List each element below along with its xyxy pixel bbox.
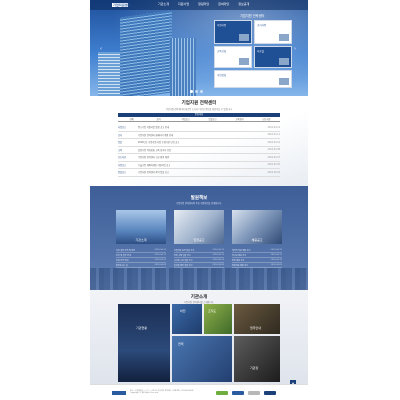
list-item[interactable]: 입찰공고 기업지원 전략센터 용역 입찰 공고 2016.04.03: [118, 169, 280, 177]
partner-badge[interactable]: [216, 391, 228, 395]
slider-pagination: [190, 90, 203, 93]
footer-logo[interactable]: [112, 391, 126, 395]
program-card[interactable]: 입찰공고: [174, 210, 224, 244]
quick-tile[interactable]: 교육신청: [214, 46, 252, 68]
nav-item[interactable]: 알림마당: [198, 2, 209, 6]
logo-text[interactable]: 기업지원센터: [112, 3, 131, 7]
tab-press[interactable]: 보도자료: [253, 118, 280, 121]
intro-block[interactable]: 연혁: [172, 336, 232, 382]
nav-item[interactable]: 참여마당: [218, 2, 229, 6]
quick-menu-panel: 지원사업 공지사항 교육신청 자료실 기업상담: [214, 20, 294, 90]
building-image: [120, 10, 172, 96]
section-title: 기업지원 전략센터: [181, 101, 217, 106]
prev-arrow-icon[interactable]: ‹: [100, 46, 102, 52]
quick-tile[interactable]: 기업상담: [214, 70, 292, 88]
next-arrow-icon[interactable]: ›: [294, 46, 296, 52]
list-item[interactable]: 공지 기업지원 전략센터 홈페이지 개편 안내 2016.04.11: [118, 132, 280, 139]
program-card[interactable]: 채용공고: [232, 210, 282, 244]
program-list: 기관 설립 목적 및 비전 2016.04.12 조직 및 업무 안내 2016.0…: [116, 248, 166, 268]
intro-block[interactable]: 기관장: [234, 336, 280, 382]
section-subtitle: 기업지원 전략센터의 새로운 소식과 다양한 정보를 확인하실 수 있습니다.: [165, 108, 233, 111]
partner-badge[interactable]: [264, 391, 276, 395]
hero-banner: 기업지원센터 기관소개 지원사업 알림마당 참여마당 정보공개 ‹ › 기업지원…: [90, 0, 308, 96]
partner-badge[interactable]: [248, 391, 260, 395]
slide-dot[interactable]: [195, 90, 198, 93]
main-menu: 기관소개 지원사업 알림마당 참여마당 정보공개: [158, 2, 249, 6]
intro-section: 기관소개 기업지원 전략센터를 소개합니다. 기관현황 비전 조직도 업무안내 …: [90, 290, 308, 384]
quick-tile[interactable]: 자료실: [254, 46, 292, 68]
notice-section: 기업지원 전략센터 기업지원 전략센터의 새로운 소식과 다양한 정보를 확인하…: [90, 96, 308, 186]
program-list: 기업지원 용역 입찰 공고 2016.04.12 장비 구매 입찰 공고 2016.…: [174, 248, 224, 268]
notice-header: 알림마당: [118, 113, 280, 117]
top-navigation: 기업지원센터 기관소개 지원사업 알림마당 참여마당 정보공개: [90, 0, 308, 10]
section-subtitle: 기업지원 전략센터의 주요 지원사업을 안내합니다.: [176, 202, 222, 205]
intro-block[interactable]: 조직도: [204, 304, 232, 334]
list-item[interactable]: 보도자료 기업지원 전략센터 신규 협약 체결 2016.04.07: [118, 154, 280, 162]
intro-block[interactable]: 업무안내: [234, 304, 280, 334]
tab-education[interactable]: 교육행사: [226, 118, 253, 121]
tab-business[interactable]: 사업공고: [172, 118, 199, 121]
slide-dot[interactable]: [200, 90, 203, 93]
notice-list: 사업공고 중소기업 지원사업 통합 공고 안내 2016.04.12 공지 기업지원 …: [118, 124, 280, 177]
hero-label: 기업지원 전략센터: [240, 14, 265, 18]
program-section: 발원책보 기업지원 전략센터의 주요 지원사업을 안내합니다. 기관소개 입찰공…: [90, 186, 308, 290]
program-card[interactable]: 기관소개: [116, 210, 166, 244]
tab-bid[interactable]: 입찰공고: [199, 118, 226, 121]
notice-tabs: 전체 공지 사업공고 입찰공고 교육행사 보도자료: [118, 118, 280, 122]
list-item[interactable]: 입찰 2016년도 기업지원 사업 수행기관 모집 공고 2016.04.10: [118, 139, 280, 147]
nav-item[interactable]: 정보공개: [238, 2, 249, 6]
tab-all[interactable]: 전체: [118, 118, 145, 121]
quick-tile[interactable]: 지원사업: [214, 20, 252, 44]
city-background: [90, 268, 308, 290]
nav-item[interactable]: 지원사업: [178, 2, 189, 6]
list-item[interactable]: 교육 창업기업 역량강화 교육 참가자 모집 2016.04.08: [118, 147, 280, 154]
nav-item[interactable]: 기관소개: [158, 2, 169, 6]
intro-block[interactable]: 기관현황: [118, 304, 170, 382]
list-item[interactable]: 찾아오시는 길 2016.04.09: [116, 263, 166, 268]
tab-notice[interactable]: 공지: [145, 118, 172, 121]
slide-dot[interactable]: [190, 90, 193, 93]
list-item[interactable]: 사업공고 중소기업 지원사업 통합 공고 안내 2016.04.12: [118, 124, 280, 132]
building-image: [170, 38, 196, 96]
partner-badge[interactable]: [232, 391, 244, 395]
page: 기업지원센터 기관소개 지원사업 알림마당 참여마당 정보공개 ‹ › 기업지원…: [90, 0, 308, 400]
program-list: 계약직 직원 채용 공고 2016.04.12 연구원 채용 공고 2016.04.…: [232, 248, 282, 268]
list-item[interactable]: 전문위원 채용 공고 2016.04.09: [232, 263, 282, 268]
list-item[interactable]: 홍보물 제작 입찰 공고 2016.04.09: [174, 263, 224, 268]
list-item[interactable]: 사업공고 수출기업 해외마케팅 지원사업 공고 2016.04.05: [118, 162, 280, 169]
quick-tile[interactable]: 공지사항: [254, 20, 292, 44]
footer: 주소 : 서울특별시 ○○구 ○○로 00 기업지원 전략센터 | 대표전화 :…: [90, 384, 308, 400]
footer-text: 주소 : 서울특별시 ○○구 ○○로 00 기업지원 전략센터 | 대표전화 :…: [130, 390, 195, 395]
intro-block[interactable]: 비전: [172, 304, 202, 334]
